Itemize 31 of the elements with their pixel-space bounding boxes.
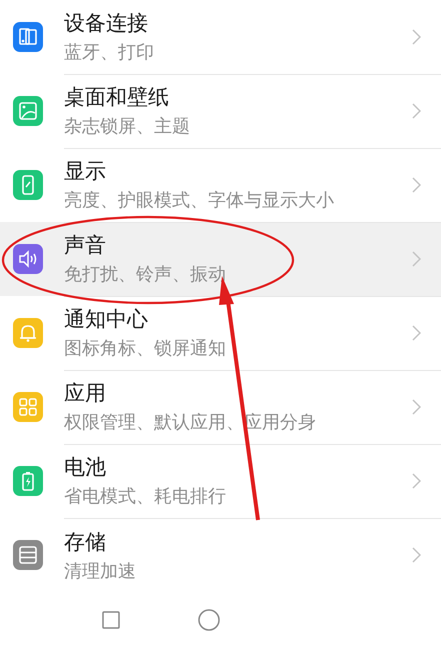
item-title: 桌面和壁纸 — [64, 84, 169, 111]
item-subtitle: 省电模式、耗电排行 — [64, 485, 226, 508]
item-subtitle: 图标角标、锁屏通知 — [64, 337, 226, 360]
item-subtitle: 免打扰、铃声、振动 — [64, 263, 226, 286]
chevron-icon — [412, 28, 421, 44]
chevron-icon — [412, 102, 421, 118]
item-title: 声音 — [64, 232, 106, 259]
item-title: 应用 — [64, 380, 106, 407]
item-subtitle: 亮度、护眼模式、字体与显示大小 — [64, 189, 334, 212]
item-subtitle: 杂志锁屏、主题 — [64, 115, 190, 138]
item-title: 设备连接 — [64, 10, 148, 37]
settings-item[interactable]: 设备连接 蓝牙、打印 — [0, 0, 441, 74]
recent-apps-button[interactable] — [102, 610, 120, 628]
home-button[interactable] — [198, 608, 220, 630]
settings-item[interactable]: 通知中心 图标角标、锁屏通知 — [0, 296, 441, 370]
item-title: 电池 — [64, 454, 106, 481]
settings-item[interactable]: 桌面和壁纸 杂志锁屏、主题 — [0, 74, 441, 148]
item-subtitle: 清理加速 — [64, 560, 136, 582]
chevron-icon — [412, 547, 421, 563]
settings-item[interactable]: 声音 免打扰、铃声、振动 — [0, 222, 441, 296]
settings-item[interactable]: 电池 省电模式、耗电排行 — [0, 444, 441, 518]
item-subtitle: 蓝牙、打印 — [64, 41, 154, 64]
chevron-icon — [412, 324, 421, 340]
chevron-icon — [412, 176, 421, 192]
settings-item[interactable]: 存储 清理加速 — [0, 518, 441, 592]
item-title: 存储 — [64, 528, 106, 556]
chevron-icon — [412, 398, 421, 414]
chevron-icon — [412, 472, 421, 488]
item-title: 显示 — [64, 158, 106, 185]
item-title: 通知中心 — [64, 306, 148, 333]
chevron-icon — [412, 250, 421, 266]
